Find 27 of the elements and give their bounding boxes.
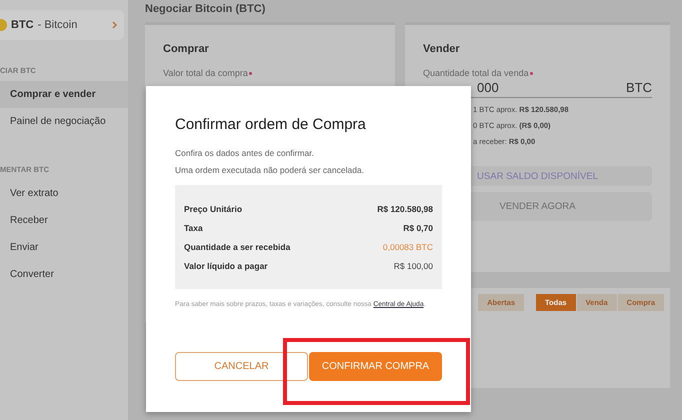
coin-selector[interactable]: BTC - Bitcoin xyxy=(0,10,124,40)
dialog-title: Confirmar ordem de Compra xyxy=(175,116,367,133)
nav-item[interactable]: Comprar e vender xyxy=(0,81,128,108)
summary-label: Valor líquido a pagar xyxy=(184,261,268,272)
card-title: Comprar xyxy=(163,43,210,55)
dialog-text: Uma ordem executada não poderá ser cancelada. xyxy=(175,166,366,175)
dialog-text: Confira os dados antes de confirmar. xyxy=(175,149,315,158)
nav-item[interactable]: Painel de negociação xyxy=(0,108,128,135)
nav-item[interactable]: Ver extrato xyxy=(0,180,128,207)
summary-value: R$ 0,70 xyxy=(403,223,433,234)
nav-item[interactable]: Converter xyxy=(0,261,128,288)
summary-label: Taxa xyxy=(184,223,203,234)
coin-symbol: BTC xyxy=(11,19,34,31)
field-label: Valor total da compra xyxy=(163,68,248,78)
card-title: Vender xyxy=(423,43,461,55)
required-mark-icon xyxy=(248,72,252,74)
chevron-icon xyxy=(112,21,118,29)
coin-name: - Bitcoin xyxy=(38,19,78,31)
summary-value: 0,00083 BTC xyxy=(382,242,433,253)
nav-item[interactable]: Enviar xyxy=(0,234,128,261)
field-label: Quantidade total da venda xyxy=(423,68,529,78)
summary-value: R$ 100,00 xyxy=(394,261,433,272)
nav-item[interactable]: Receber xyxy=(0,207,128,234)
summary-label: Quantidade a ser recebida xyxy=(184,242,290,253)
summary-label: Preço Unitário xyxy=(184,204,242,215)
required-mark-icon xyxy=(530,72,533,74)
page-title: Negociar Bitcoin (BTC) xyxy=(145,2,266,17)
